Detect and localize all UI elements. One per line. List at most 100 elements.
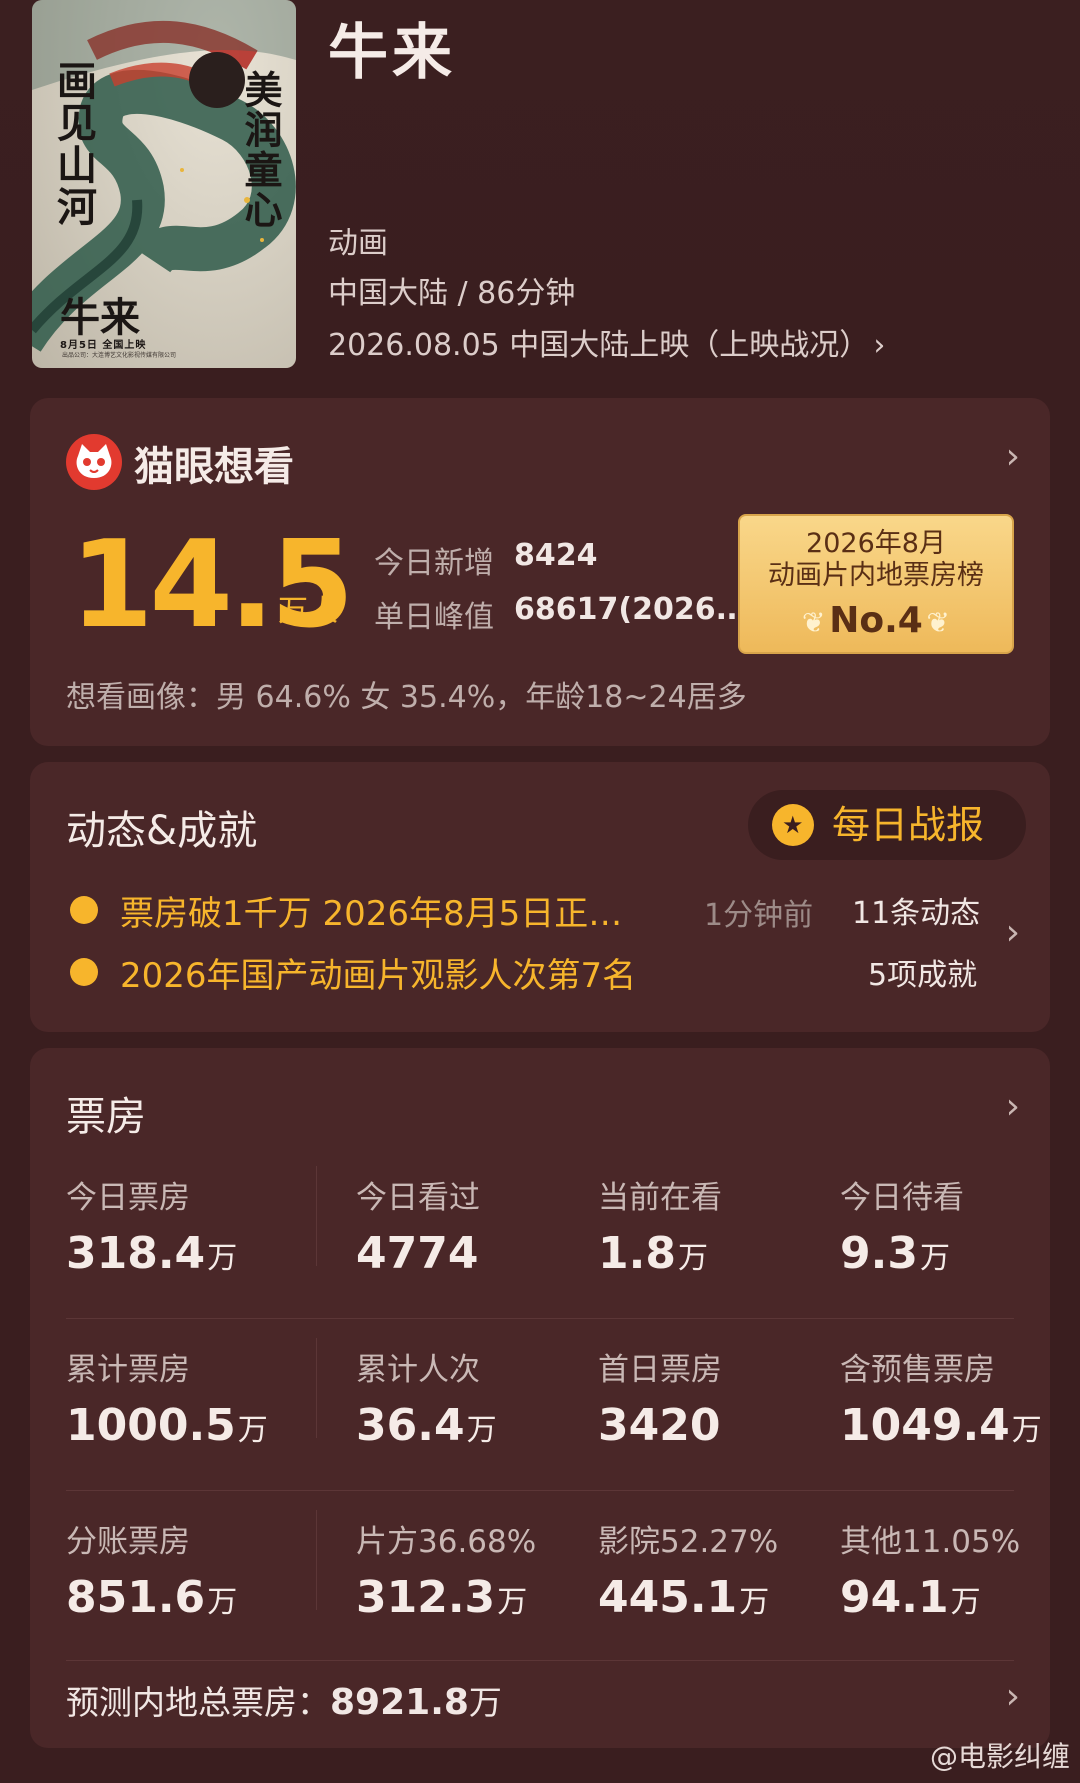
chevron-right-icon[interactable]: › bbox=[1006, 436, 1020, 477]
movie-title: 牛来 bbox=[328, 18, 456, 88]
stat-number: 1049.4 bbox=[840, 1400, 1010, 1451]
stat-number: 36.4 bbox=[356, 1400, 465, 1451]
laurel-left-icon: ❦ bbox=[802, 606, 826, 639]
stat-value: 1000.5万 bbox=[66, 1400, 268, 1451]
stat-label: 片方36.68% bbox=[356, 1524, 537, 1560]
stat-number: 94.1 bbox=[840, 1572, 949, 1623]
forecast-row[interactable]: 预测内地总票房：8921.8万 bbox=[66, 1676, 502, 1724]
stat-number: 1.8 bbox=[598, 1228, 676, 1279]
medal-small-icon bbox=[70, 958, 98, 986]
stat-value: 312.3万 bbox=[356, 1572, 527, 1623]
ranking-badge[interactable]: 2026年8月 动画片内地票房榜 No.4 ❦ ❦ bbox=[738, 514, 1014, 654]
stat-label: 今日待看 bbox=[840, 1180, 964, 1216]
stat-label: 分账票房 bbox=[66, 1524, 190, 1560]
movie-genre: 动画 bbox=[328, 226, 388, 261]
column-divider bbox=[316, 1338, 317, 1438]
stat-value: 1049.4万 bbox=[840, 1400, 1042, 1451]
stat-unit: 万 bbox=[237, 1413, 268, 1448]
maoyan-logo-icon bbox=[66, 434, 122, 490]
stat-unit: 万 bbox=[739, 1585, 770, 1620]
badge-period: 2026年8月 bbox=[806, 528, 946, 559]
dynamic-item-text[interactable]: 票房破1千万 2026年8月5日正… bbox=[120, 886, 622, 935]
forecast-unit: 万 bbox=[468, 1683, 502, 1722]
peak-value: 68617(2026.… bbox=[514, 592, 757, 627]
poster-title: 牛来 bbox=[60, 294, 140, 341]
stat-unit: 万 bbox=[466, 1413, 497, 1448]
medal-icon bbox=[772, 790, 814, 860]
stat-unit: 万 bbox=[207, 1241, 238, 1276]
poster-credits: 出品公司：大连博艺文化影视传媒有限公司 bbox=[62, 352, 177, 359]
maoyan-want-card[interactable]: 猫眼想看 › 14.5 万人 今日新增 8424 单日峰值 68617(2026… bbox=[30, 398, 1050, 746]
stat-label: 影院52.27% bbox=[598, 1524, 779, 1560]
stat-unit: 万 bbox=[677, 1241, 708, 1276]
boxoffice-card[interactable]: 票房 › 今日票房 318.4万 今日看过 4774 当前在看 1.8万 今日待… bbox=[30, 1048, 1050, 1748]
stat-label: 首日票房 bbox=[598, 1352, 722, 1388]
stat-number: 312.3 bbox=[356, 1572, 496, 1623]
row-divider bbox=[66, 1490, 1014, 1491]
stat-unit: 万 bbox=[497, 1585, 528, 1620]
stat-number: 1000.5 bbox=[66, 1400, 236, 1451]
stat-value: 3420 bbox=[598, 1400, 722, 1451]
badge-rank: No.4 bbox=[829, 600, 923, 641]
stat-value: 1.8万 bbox=[598, 1228, 708, 1279]
stat-number: 445.1 bbox=[598, 1572, 738, 1623]
stat-value: 94.1万 bbox=[840, 1572, 981, 1623]
boxoffice-heading: 票房 bbox=[66, 1094, 146, 1140]
stat-number: 3420 bbox=[598, 1400, 721, 1451]
poster-date: 8月5日 全国上映 bbox=[60, 340, 147, 351]
release-text: 2026.08.05 中国大陆上映（上映战况） bbox=[328, 328, 870, 363]
stat-label: 当前在看 bbox=[598, 1180, 722, 1216]
dynamics-heading: 动态&成就 bbox=[66, 808, 258, 854]
new-today-value: 8424 bbox=[514, 538, 598, 573]
stat-unit: 万 bbox=[1011, 1413, 1042, 1448]
movie-poster[interactable]: 画见山河 美润童心 牛来 8月5日 全国上映 出品公司：大连博艺文化影视传媒有限… bbox=[32, 0, 296, 368]
stat-number: 4774 bbox=[356, 1228, 479, 1279]
row-divider bbox=[66, 1318, 1014, 1319]
peak-label: 单日峰值 bbox=[374, 600, 494, 635]
stat-value: 36.4万 bbox=[356, 1400, 497, 1451]
column-divider bbox=[316, 1166, 317, 1266]
stat-label: 今日看过 bbox=[356, 1180, 480, 1216]
stat-value: 318.4万 bbox=[66, 1228, 237, 1279]
poster-left-tagline: 画见山河 bbox=[50, 60, 97, 228]
movie-region-duration: 中国大陆 / 86分钟 bbox=[328, 276, 576, 311]
stat-value: 445.1万 bbox=[598, 1572, 769, 1623]
stat-label: 累计人次 bbox=[356, 1352, 480, 1388]
stat-label: 其他11.05% bbox=[840, 1524, 1021, 1560]
badge-list-name: 动画片内地票房榜 bbox=[768, 560, 984, 591]
stat-unit: 万 bbox=[919, 1241, 950, 1276]
dynamic-item-time: 1分钟前 bbox=[704, 898, 814, 933]
stat-label: 含预售票房 bbox=[840, 1352, 995, 1388]
audience-persona: 想看画像：男 64.6% 女 35.4%，年龄18~24居多 bbox=[66, 680, 747, 715]
laurel-right-icon: ❦ bbox=[926, 606, 950, 639]
stat-value: 851.6万 bbox=[66, 1572, 237, 1623]
stat-label: 累计票房 bbox=[66, 1352, 190, 1388]
column-divider bbox=[316, 1510, 317, 1610]
bell-icon bbox=[70, 896, 98, 924]
forecast-label: 预测内地总票房： bbox=[66, 1683, 330, 1722]
forecast-value: 8921.8 bbox=[330, 1682, 469, 1723]
stat-value: 4774 bbox=[356, 1228, 480, 1279]
stat-number: 318.4 bbox=[66, 1228, 206, 1279]
chevron-right-icon[interactable]: › bbox=[1006, 1086, 1020, 1127]
poster-right-tagline: 美润童心 bbox=[238, 70, 283, 230]
stat-label: 今日票房 bbox=[66, 1180, 190, 1216]
chevron-right-icon[interactable]: › bbox=[1006, 912, 1020, 953]
release-link[interactable]: 2026.08.05 中国大陆上映（上映战况） › bbox=[328, 320, 885, 364]
dynamics-card[interactable]: 动态&成就 每日战报 票房破1千万 2026年8月5日正… 1分钟前 11条动态… bbox=[30, 762, 1050, 1032]
achievement-item-text[interactable]: 2026年国产动画片观影人次第7名 bbox=[120, 948, 636, 997]
stat-number: 851.6 bbox=[66, 1572, 206, 1623]
daily-report-button[interactable]: 每日战报 bbox=[748, 790, 1026, 860]
row-divider bbox=[66, 1660, 1014, 1661]
chevron-right-icon[interactable]: › bbox=[1006, 1676, 1020, 1717]
chevron-right-icon: › bbox=[873, 328, 886, 363]
stat-unit: 万 bbox=[950, 1585, 981, 1620]
achievements-count: 5项成就 bbox=[868, 958, 978, 993]
dynamics-count: 11条动态 bbox=[852, 896, 981, 931]
stat-value: 9.3万 bbox=[840, 1228, 950, 1279]
maoyan-heading: 猫眼想看 bbox=[134, 444, 294, 490]
daily-report-label: 每日战报 bbox=[832, 803, 985, 847]
new-today-label: 今日新增 bbox=[374, 546, 494, 581]
want-count-unit: 万人 bbox=[278, 594, 338, 629]
stat-unit: 万 bbox=[207, 1585, 238, 1620]
